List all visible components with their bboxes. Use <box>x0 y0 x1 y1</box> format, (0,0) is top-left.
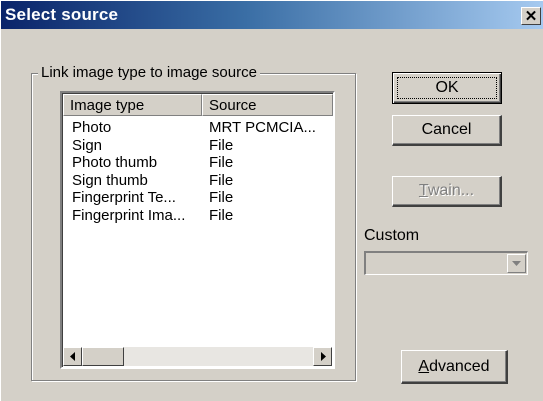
list-header: Image type Source <box>63 94 333 116</box>
source-cell: File <box>209 206 234 224</box>
source-cell: File <box>209 136 234 154</box>
close-icon: ✕ <box>524 7 538 25</box>
arrow-left-icon <box>69 352 75 361</box>
twain-button[interactable]: Twain... <box>392 176 502 207</box>
advanced-button-label: Advanced <box>418 358 489 375</box>
source-cell: MRT PCMCIA... <box>209 119 316 136</box>
scroll-left-button[interactable] <box>63 347 82 366</box>
list-item[interactable]: Fingerprint Ima... File <box>70 207 332 225</box>
groupbox-label: Link image type to image source <box>38 65 260 81</box>
twain-button-label: Twain... <box>419 182 474 199</box>
column-header-source[interactable]: Source <box>202 94 333 116</box>
scroll-thumb[interactable] <box>82 347 124 366</box>
source-cell: File <box>209 171 234 189</box>
image-type-cell: Sign <box>72 136 103 154</box>
cancel-button[interactable]: Cancel <box>392 115 502 146</box>
list-body: Photo MRT PCMCIA... Sign File Photo thumb Fil… <box>70 119 332 224</box>
list-item[interactable]: Photo thumb File <box>70 154 332 172</box>
image-type-cell: Fingerprint Ima... <box>72 206 186 224</box>
window-title: Select source <box>5 5 119 24</box>
cancel-button-label: Cancel <box>421 121 472 138</box>
ok-button-label: OK <box>435 79 459 96</box>
image-type-list[interactable]: Image type Source Photo MRT PCMCIA... Sign… <box>60 91 335 369</box>
source-cell: File <box>209 154 234 171</box>
horizontal-scrollbar[interactable] <box>63 347 332 366</box>
list-item[interactable]: Fingerprint Te... File <box>70 189 332 207</box>
title-bar[interactable]: Select source ✕ <box>1 1 543 29</box>
twain-mnemonic: T <box>418 182 428 199</box>
image-type-cell: Fingerprint Te... <box>72 189 176 206</box>
custom-dropdown-button[interactable] <box>507 254 526 273</box>
advanced-label-rest: dvanced <box>429 358 490 375</box>
chevron-down-icon <box>512 260 521 266</box>
list-item[interactable]: Sign thumb File <box>70 172 332 190</box>
close-button[interactable]: ✕ <box>521 7 541 25</box>
advanced-button[interactable]: Advanced <box>401 350 508 384</box>
ok-button[interactable]: OK <box>392 72 502 104</box>
image-type-cell: Photo <box>72 119 112 136</box>
advanced-mnemonic: A <box>418 358 430 375</box>
arrow-right-icon <box>320 352 326 361</box>
image-type-cell: Photo thumb <box>72 154 158 171</box>
scroll-right-button[interactable] <box>313 347 332 366</box>
list-item[interactable]: Photo MRT PCMCIA... <box>70 119 332 137</box>
twain-label-rest: wain... <box>427 182 475 199</box>
list-item[interactable]: Sign File <box>70 137 332 155</box>
custom-combobox[interactable] <box>364 251 528 275</box>
select-source-dialog: Select source ✕ Link image type to image… <box>0 0 543 401</box>
image-type-cell: Sign thumb <box>72 171 148 189</box>
custom-label: Custom <box>364 227 420 244</box>
source-cell: File <box>209 189 234 206</box>
column-header-image-type[interactable]: Image type <box>63 94 202 116</box>
